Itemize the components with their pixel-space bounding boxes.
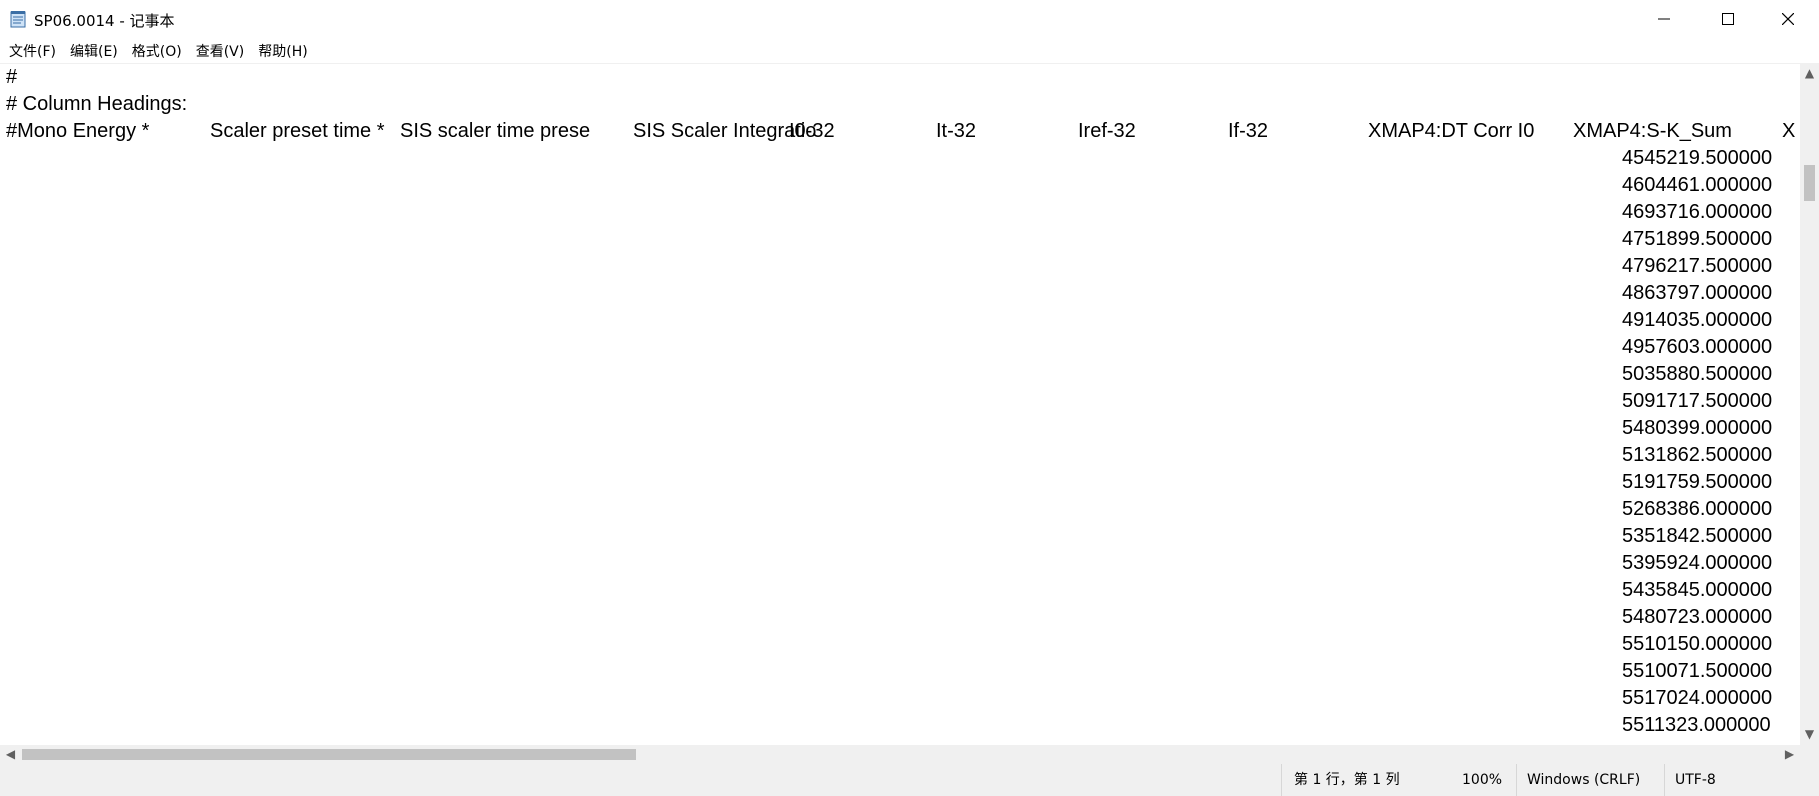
data-cell: 5511323.000000 xyxy=(1622,714,1771,736)
comment-text: # xyxy=(6,66,18,88)
menu-edit[interactable]: 编辑(E) xyxy=(63,41,125,61)
data-cell: 5268386.000000 xyxy=(1622,498,1773,520)
header-cell: I0-32 xyxy=(789,120,835,142)
encoding: UTF-8 xyxy=(1664,764,1815,796)
text-line-heading: # Column Headings: xyxy=(0,93,187,120)
menu-help[interactable]: 帮助(H) xyxy=(251,41,314,61)
data-cell: 4545219.500000 xyxy=(1622,147,1773,169)
data-cell: 5510071.500000 xyxy=(1622,660,1773,682)
scroll-down-icon[interactable]: ▼ xyxy=(1800,725,1819,744)
vertical-scroll-thumb[interactable] xyxy=(1804,165,1815,201)
data-cell: 5395924.000000 xyxy=(1622,552,1773,574)
maximize-icon xyxy=(1722,13,1734,25)
text-line-comment: # xyxy=(0,66,22,93)
column-headings-text: # Column Headings: xyxy=(6,93,188,115)
header-cell: XMAP4:DT Corr I0 xyxy=(1368,120,1535,142)
scroll-up-icon[interactable]: ▲ xyxy=(1800,64,1819,83)
header-row: #Mono Energy * Scaler preset time * SIS … xyxy=(0,120,1795,147)
menu-file[interactable]: 文件(F) xyxy=(2,41,63,61)
menu-view[interactable]: 查看(V) xyxy=(189,41,252,61)
data-cell: 5517024.000000 xyxy=(1622,687,1773,709)
header-cell: Scaler preset time * xyxy=(210,120,385,142)
status-bar: 第 1 行，第 1 列 100% Windows (CRLF) UTF-8 xyxy=(0,764,1819,796)
menu-format[interactable]: 格式(O) xyxy=(125,41,189,61)
maximize-button[interactable] xyxy=(1697,0,1759,38)
data-cell: 4796217.500000 xyxy=(1622,255,1773,277)
header-cell: XMAP4:S-K_Sum xyxy=(1573,120,1732,142)
data-cell: 5131862.500000 xyxy=(1622,444,1773,466)
data-cell: 5091717.500000 xyxy=(1622,390,1773,412)
window-title: SP06.0014 - 记事本 xyxy=(34,12,175,30)
close-icon xyxy=(1782,13,1794,25)
line-ending: Windows (CRLF) xyxy=(1516,764,1661,796)
data-cell: 5351842.500000 xyxy=(1622,525,1773,547)
data-cell: 5435845.000000 xyxy=(1622,579,1773,601)
title-bar: SP06.0014 - 记事本 xyxy=(0,0,1819,38)
data-cell: 4751899.500000 xyxy=(1622,228,1773,250)
data-cell: 5510150.000000 xyxy=(1622,633,1773,655)
header-cell: If-32 xyxy=(1228,120,1269,142)
data-cell: 4604461.000000 xyxy=(1622,174,1773,196)
horizontal-scrollbar[interactable]: ◀ ▶ xyxy=(0,745,1800,764)
header-cell: X xyxy=(1782,120,1796,142)
data-cell: 5480723.000000 xyxy=(1622,606,1773,628)
data-cell: 4914035.000000 xyxy=(1622,309,1773,331)
horizontal-scroll-thumb[interactable] xyxy=(22,749,636,760)
header-cell: #Mono Energy * xyxy=(6,120,150,142)
header-cell: SIS scaler time prese xyxy=(400,120,591,142)
data-cell: 5035880.500000 xyxy=(1622,363,1773,385)
data-cell: 5480399.000000 xyxy=(1622,417,1773,439)
zoom-level: 100% xyxy=(1462,772,1503,788)
vertical-scrollbar[interactable]: ▲ ▼ xyxy=(1800,63,1819,745)
header-cell: It-32 xyxy=(936,120,977,142)
text-editor[interactable]: # # Column Headings: #Mono Energy * Scal… xyxy=(0,63,1800,746)
notepad-icon xyxy=(10,11,26,28)
scroll-left-icon[interactable]: ◀ xyxy=(1,745,20,764)
scroll-corner xyxy=(1800,745,1819,764)
minimize-button[interactable] xyxy=(1633,0,1695,38)
data-cell: 5191759.500000 xyxy=(1622,471,1773,493)
scroll-right-icon[interactable]: ▶ xyxy=(1780,745,1799,764)
data-cell: 4863797.000000 xyxy=(1622,282,1773,304)
menu-bar: 文件(F) 编辑(E) 格式(O) 查看(V) 帮助(H) xyxy=(0,38,1819,63)
minimize-icon xyxy=(1658,18,1670,20)
data-cell: 4957603.000000 xyxy=(1622,336,1773,358)
data-cell: 4693716.000000 xyxy=(1622,201,1773,223)
close-button[interactable] xyxy=(1757,0,1819,38)
header-cell: Iref-32 xyxy=(1078,120,1136,142)
